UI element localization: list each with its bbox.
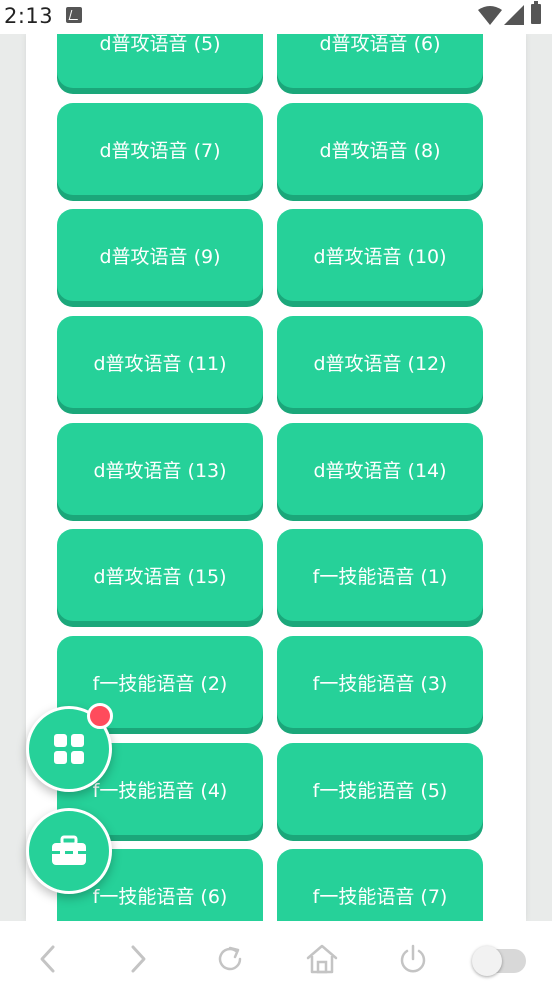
voice-button[interactable]: d普攻语音 (6) [277,34,483,88]
back-icon [40,945,55,973]
battery-icon [531,1,541,24]
voice-button[interactable]: d普攻语音 (5) [57,34,263,88]
grid-icon [54,734,84,764]
power-icon [400,944,426,973]
voice-button[interactable]: d普攻语音 (14) [277,423,483,515]
signal-icon [504,5,524,25]
toolbox-button[interactable] [26,808,112,894]
home-icon [306,944,338,974]
voice-button[interactable]: d普攻语音 (8) [277,103,483,195]
voice-button[interactable]: d普攻语音 (10) [277,209,483,301]
power-button[interactable] [393,939,433,979]
forward-button[interactable] [118,939,158,979]
voice-button[interactable]: d普攻语音 (9) [57,209,263,301]
back-button[interactable] [28,939,68,979]
voice-button[interactable]: f一技能语音 (1) [277,529,483,621]
home-button[interactable] [302,939,342,979]
notification-a-icon [66,7,82,23]
voice-button[interactable]: d普攻语音 (7) [57,103,263,195]
voice-button[interactable]: d普攻语音 (11) [57,316,263,408]
voice-button[interactable]: f一技能语音 (3) [277,636,483,728]
notification-badge [87,703,113,729]
voice-button[interactable]: f一技能语音 (7) [277,849,483,921]
browser-nav-bar [0,921,552,993]
refresh-button[interactable] [210,939,250,979]
status-bar: 2:13 [0,0,552,34]
toolbox-icon [52,835,86,865]
voice-button[interactable]: f一技能语音 (5) [277,743,483,835]
toggle-switch[interactable] [472,946,526,976]
toggle-knob [472,946,502,976]
voice-button[interactable]: d普攻语音 (12) [277,316,483,408]
status-time: 2:13 [4,4,54,28]
wifi-icon [478,6,502,25]
refresh-icon [218,946,242,971]
voice-button[interactable]: d普攻语音 (15) [57,529,263,621]
voice-list-panel[interactable]: d普攻语音 (5) d普攻语音 (6) d普攻语音 (7) d普攻语音 (8) … [26,34,526,921]
forward-icon [131,945,146,973]
voice-button[interactable]: d普攻语音 (13) [57,423,263,515]
